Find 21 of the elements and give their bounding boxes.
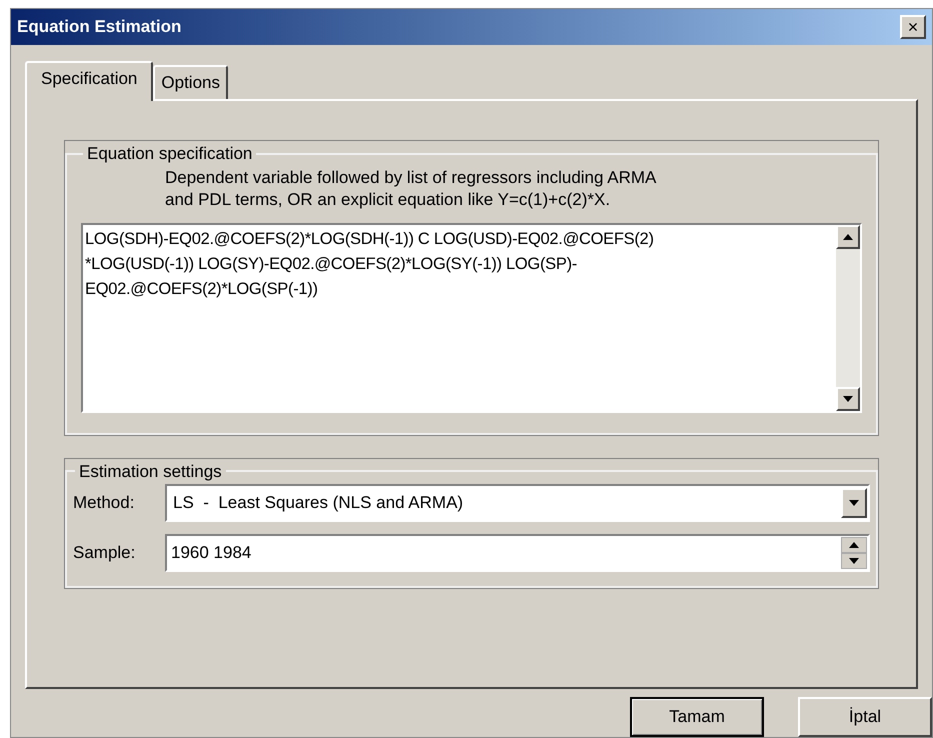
close-button[interactable]: × [900, 15, 926, 39]
tab[interactable]: Options [153, 65, 228, 99]
spin-up-icon [849, 542, 859, 548]
scroll-down-icon [843, 396, 853, 402]
equation-field[interactable]: LOG(SDH)-EQ02.@COEFS(2)*LOG(SDH(-1)) C LOG(USD)-EQ02.@COEFS(2) *LOG(USD(-1)) LOG(SY)-EQ02.@COEFS(2)*LOG(SY(-1)) LOG(SP)- EQ02.@COEFS(2)*LOG(SP(-1)) [81, 222, 862, 412]
spin-down-icon [849, 558, 859, 564]
method-dropdown[interactable]: LS - Least Squares (NLS and ARMA) [165, 484, 870, 522]
dialog-button[interactable]: Tamam [630, 697, 764, 737]
tab[interactable]: Specification [25, 61, 154, 101]
method-label: Method: [73, 492, 136, 514]
dropdown-arrow-icon [849, 500, 859, 506]
scroll-up-icon [843, 234, 853, 240]
dialog-button[interactable]: İptal [798, 697, 932, 737]
spin-control[interactable] [841, 537, 867, 569]
window-title: Equation Estimation [17, 16, 182, 38]
group-title: Equation specification [86, 143, 254, 165]
sample-field[interactable]: 1960 1984 [165, 534, 870, 572]
scrollbar[interactable] [836, 224, 860, 410]
group-title: Estimation settings [78, 460, 223, 482]
hint-text: Dependent variable followed by list of regressors including ARMA and PDL terms, OR an explicit equation like Y=c(1)+c(2)*X. [164, 166, 658, 210]
sample-label: Sample: [73, 542, 136, 564]
